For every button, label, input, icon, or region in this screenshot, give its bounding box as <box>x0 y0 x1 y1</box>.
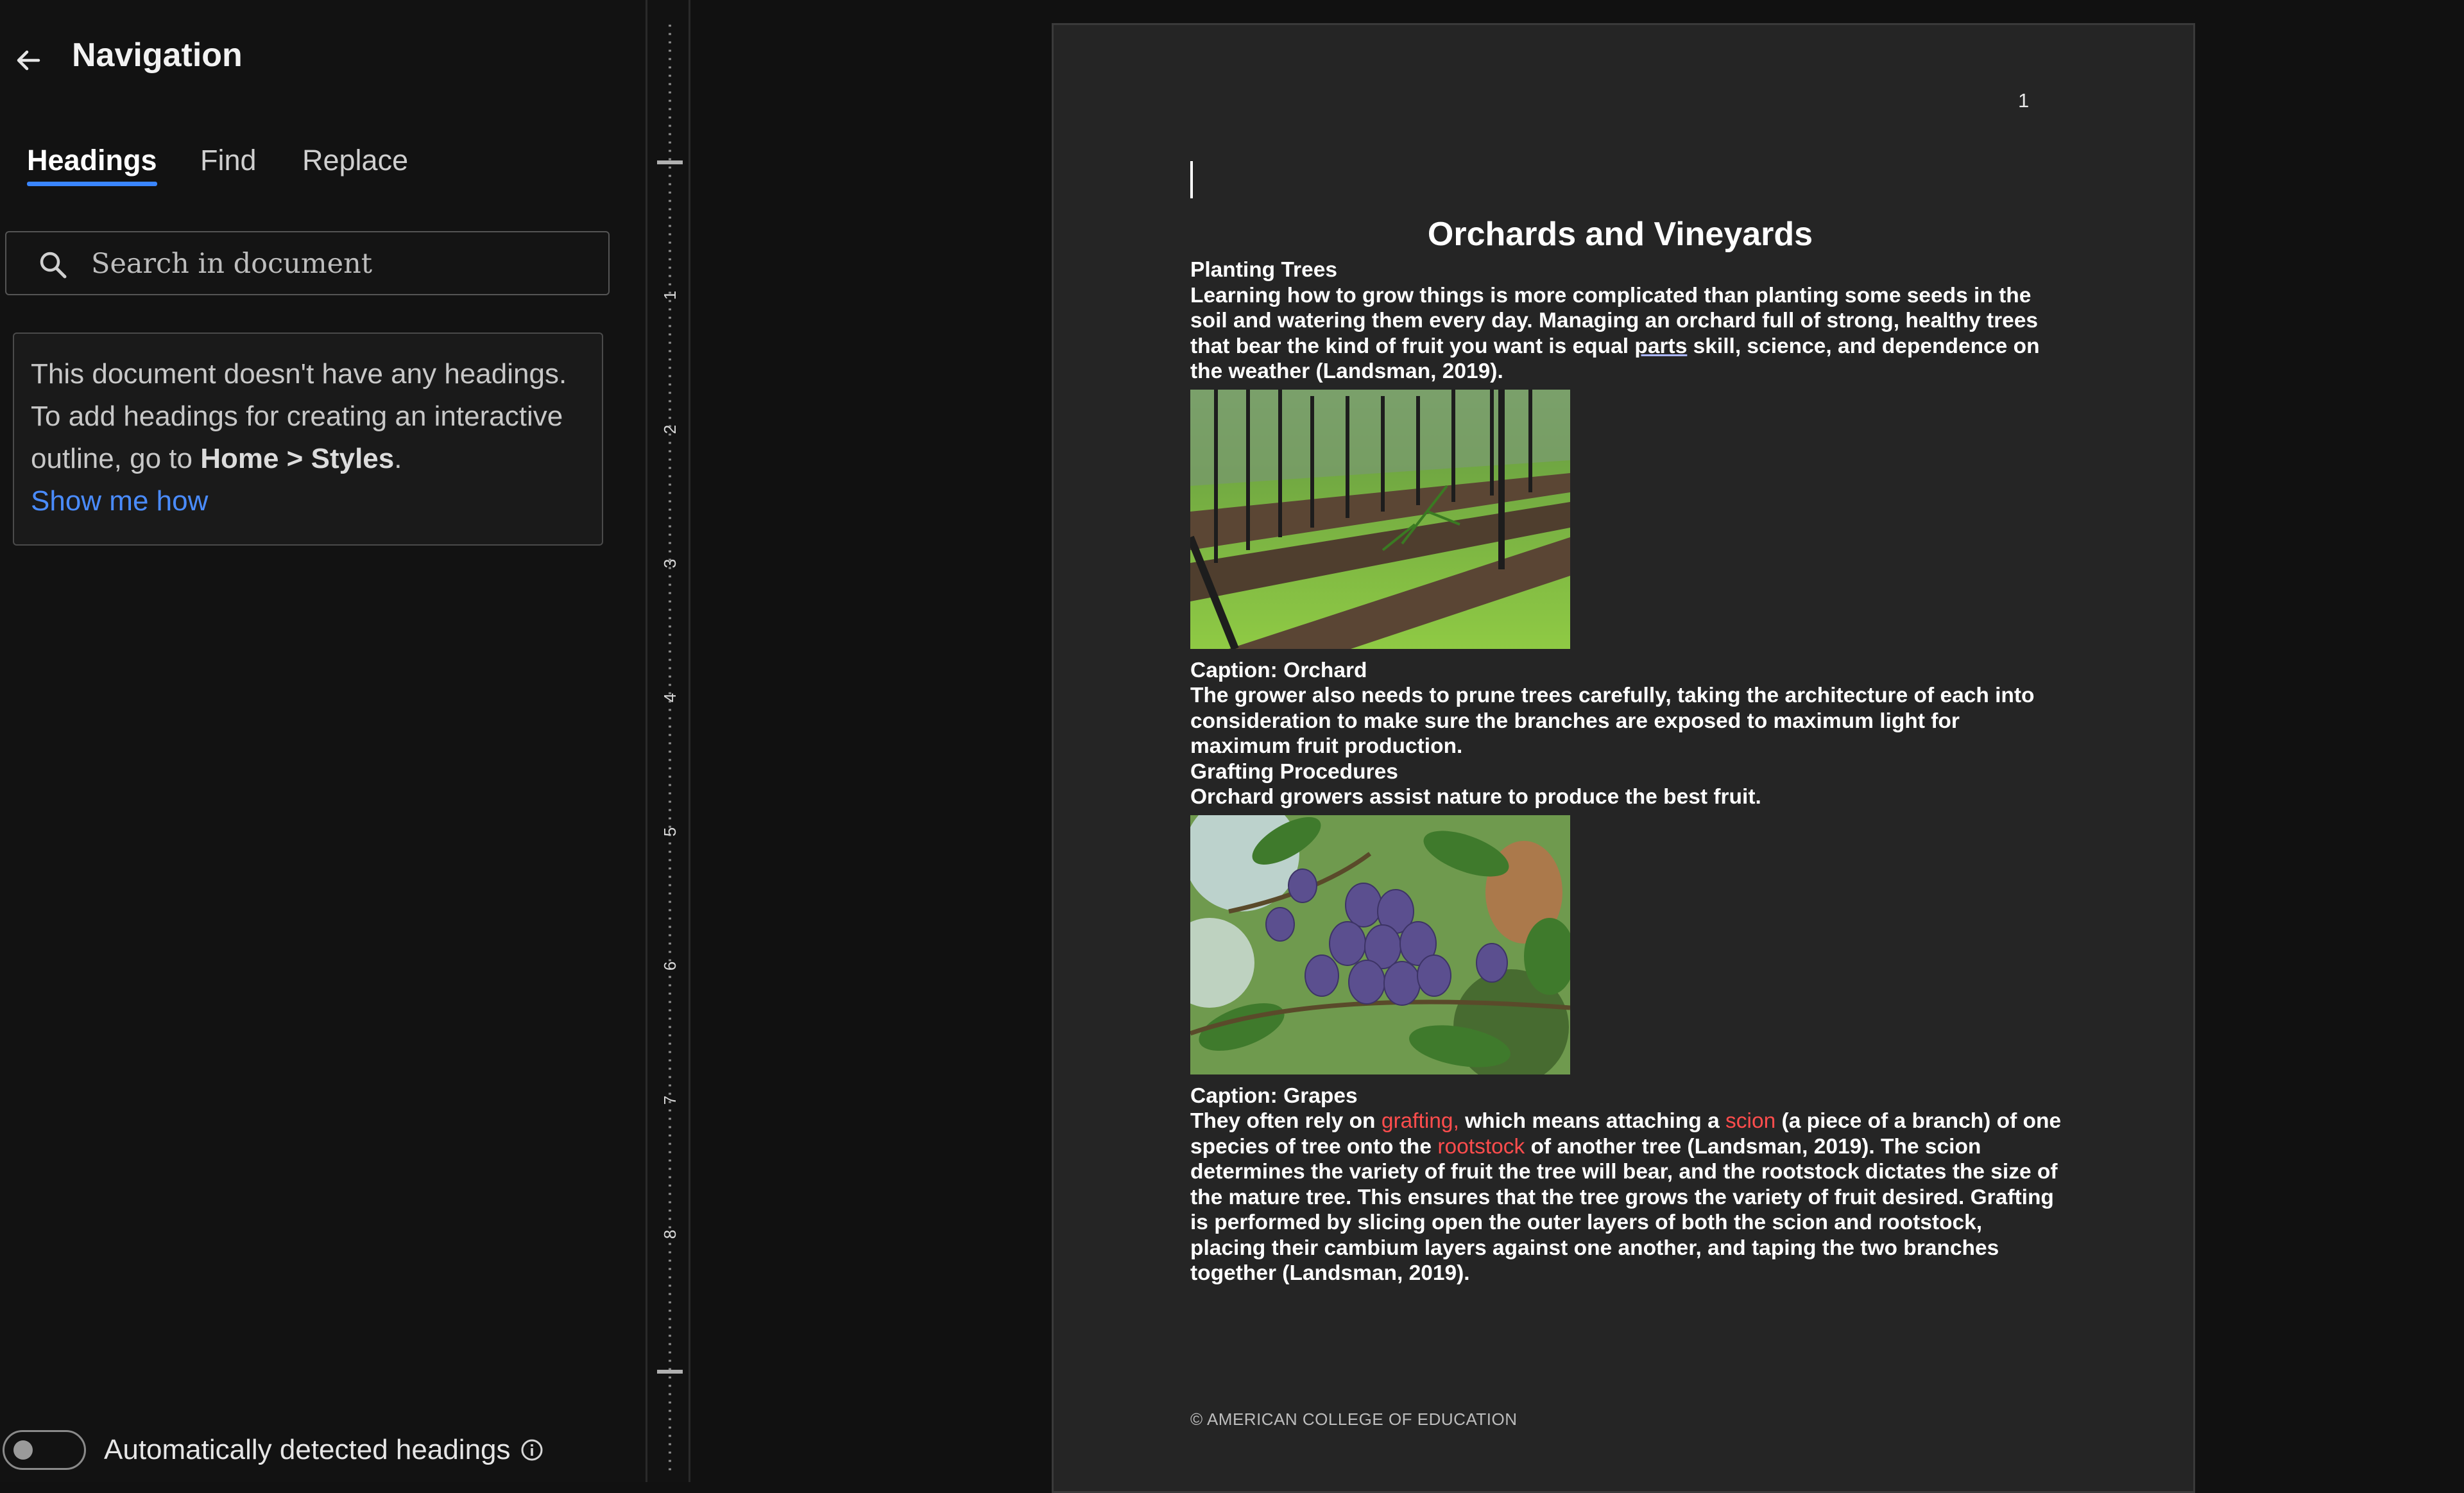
info-period: . <box>394 443 402 474</box>
ruler-margin-marker[interactable] <box>657 1370 683 1374</box>
paragraph-planting[interactable]: Learning how to grow things is more comp… <box>1190 283 2044 384</box>
orchard-photo-icon <box>1190 389 1570 649</box>
para4-text-1: They often rely on <box>1190 1109 1382 1133</box>
ruler-label: 2 <box>660 425 680 434</box>
orchard-image[interactable] <box>1190 389 1570 649</box>
ruler-label: 3 <box>660 559 680 568</box>
document-body[interactable]: Orchards and Vineyards Planting Trees Le… <box>1190 211 2063 1286</box>
back-arrow-icon <box>17 50 40 71</box>
tab-find[interactable]: Find <box>200 144 257 186</box>
caption-orchard[interactable]: Caption: Orchard <box>1190 658 2063 684</box>
tab-headings[interactable]: Headings <box>27 144 157 186</box>
navigation-title: Navigation <box>72 37 243 74</box>
ruler-label: 4 <box>660 693 680 702</box>
auto-headings-label: Automatically detected headings <box>104 1434 511 1465</box>
info-icon[interactable] <box>520 1438 544 1462</box>
paragraph-assist-nature[interactable]: Orchard growers assist nature to produce… <box>1190 784 2063 810</box>
heading-planting-trees[interactable]: Planting Trees <box>1190 257 2063 283</box>
ruler-label: 6 <box>660 962 680 971</box>
ruler-label: 1 <box>660 291 680 300</box>
navigation-pane: Navigation Headings Find Replace This do… <box>0 0 646 1482</box>
auto-headings-toggle[interactable] <box>3 1430 86 1470</box>
para4-text-2: which means attaching a <box>1459 1109 1726 1133</box>
caption-grapes[interactable]: Caption: Grapes <box>1190 1083 2063 1109</box>
document-title[interactable]: Orchards and Vineyards <box>1190 211 2050 257</box>
document-page[interactable]: 1 Orchards and Vineyards Planting Trees … <box>1052 23 2195 1493</box>
navigation-tabs: Headings Find Replace <box>27 144 604 202</box>
info-home: Home <box>200 443 279 474</box>
auto-headings-row: Automatically detected headings <box>3 1428 644 1472</box>
ruler-margin-marker[interactable] <box>657 160 683 164</box>
paragraph-grafting[interactable]: They often rely on grafting, which means… <box>1190 1109 2063 1286</box>
vertical-ruler[interactable]: 1 2 3 4 5 6 7 8 <box>646 0 690 1482</box>
show-me-how-link[interactable]: Show me how <box>31 480 208 522</box>
grapes-image[interactable] <box>1190 815 1570 1074</box>
page-number: 1 <box>2018 89 2030 112</box>
term-rootstock: rootstock <box>1437 1134 1525 1159</box>
ruler-label: 5 <box>660 827 680 836</box>
ruler-label: 8 <box>660 1230 680 1239</box>
back-button[interactable] <box>9 41 47 80</box>
paragraph-pruning[interactable]: The grower also needs to prune trees car… <box>1190 683 2044 759</box>
navigation-header: Navigation <box>0 28 646 90</box>
search-input[interactable] <box>90 239 593 289</box>
footer-copyright[interactable]: © AMERICAN COLLEGE OF EDUCATION <box>1190 1410 1517 1429</box>
text-cursor <box>1190 161 1193 198</box>
ruler-label: 7 <box>660 1096 680 1105</box>
toggle-knob <box>13 1440 33 1460</box>
search-icon <box>40 252 67 279</box>
term-scion: scion <box>1725 1109 1776 1133</box>
search-box[interactable] <box>5 231 610 295</box>
heading-grafting-procedures[interactable]: Grafting Procedures <box>1190 759 2063 785</box>
term-grafting: grafting, <box>1381 1109 1459 1133</box>
tab-replace[interactable]: Replace <box>302 144 408 186</box>
info-styles: Styles <box>311 443 395 474</box>
no-headings-info-box: This document doesn't have any headings.… <box>13 332 603 546</box>
document-canvas[interactable]: 1 Orchards and Vineyards Planting Trees … <box>690 0 2464 1493</box>
underlined-word: parts <box>1634 334 1688 358</box>
info-separator: > <box>278 443 311 474</box>
grapes-photo-icon <box>1190 815 1570 1074</box>
ruler-scale: 1 2 3 4 5 6 7 8 <box>657 24 683 1471</box>
